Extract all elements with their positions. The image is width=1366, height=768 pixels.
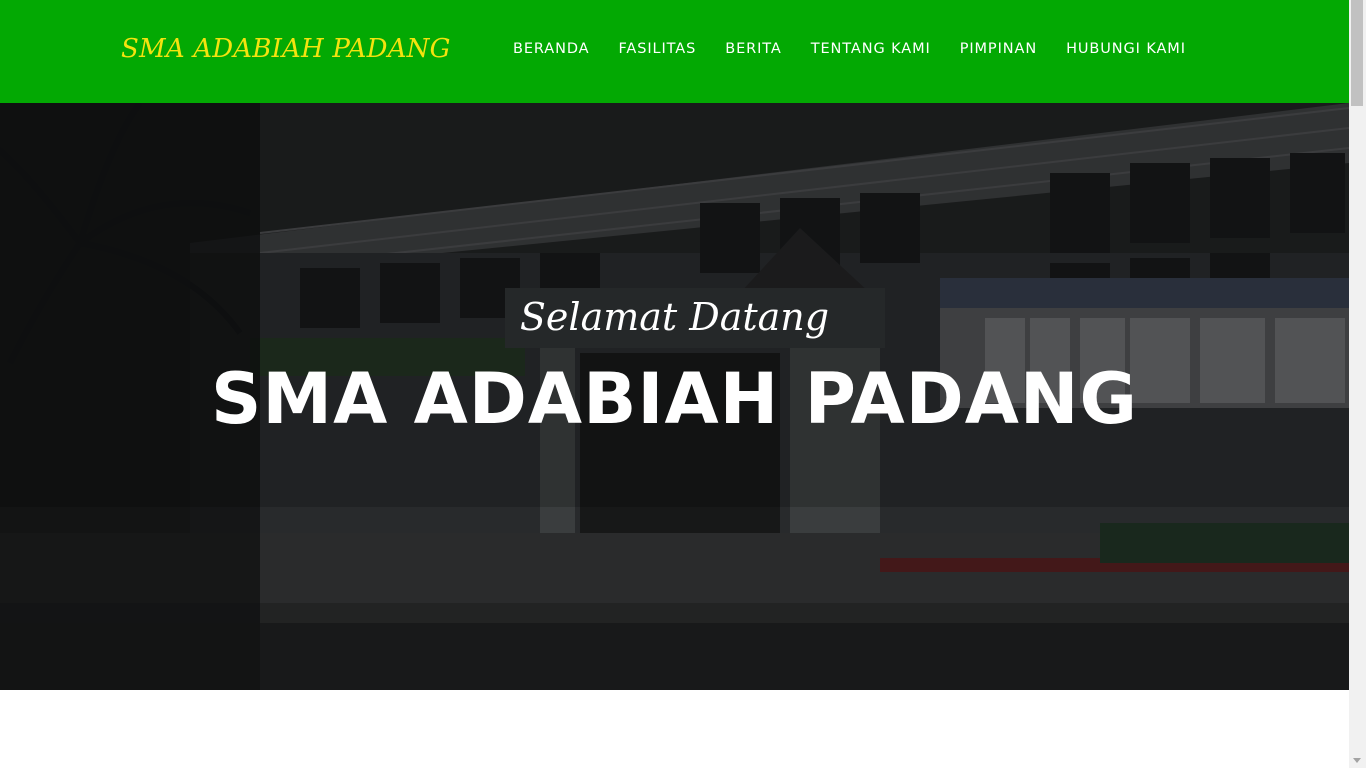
nav-item-hubungi-kami[interactable]: HUBUNGI KAMI <box>1066 41 1186 57</box>
page: SMA ADABIAH PADANG BERANDA FASILITAS BER… <box>0 0 1349 768</box>
nav-item-pimpinan[interactable]: PIMPINAN <box>960 41 1037 57</box>
hero-subtitle: Selamat Datang <box>519 295 830 339</box>
nav-item-fasilitas[interactable]: FASILITAS <box>619 41 697 57</box>
chevron-down-icon[interactable] <box>1353 758 1361 763</box>
nav-item-berita[interactable]: BERITA <box>725 41 782 57</box>
hero-section: Selamat Datang SMA ADABIAH PADANG <box>0 103 1349 690</box>
main-nav: BERANDA FASILITAS BERITA TENTANG KAMI PI… <box>513 41 1186 57</box>
brand-logo-link[interactable]: SMA ADABIAH PADANG <box>121 34 451 64</box>
navbar: SMA ADABIAH PADANG BERANDA FASILITAS BER… <box>0 0 1349 103</box>
nav-item-tentang-kami[interactable]: TENTANG KAMI <box>811 41 931 57</box>
scrollbar-thumb[interactable] <box>1351 0 1363 106</box>
hero-title: SMA ADABIAH PADANG <box>211 358 1138 440</box>
page-scrollbar[interactable] <box>1349 0 1366 768</box>
nav-item-beranda[interactable]: BERANDA <box>513 41 590 57</box>
